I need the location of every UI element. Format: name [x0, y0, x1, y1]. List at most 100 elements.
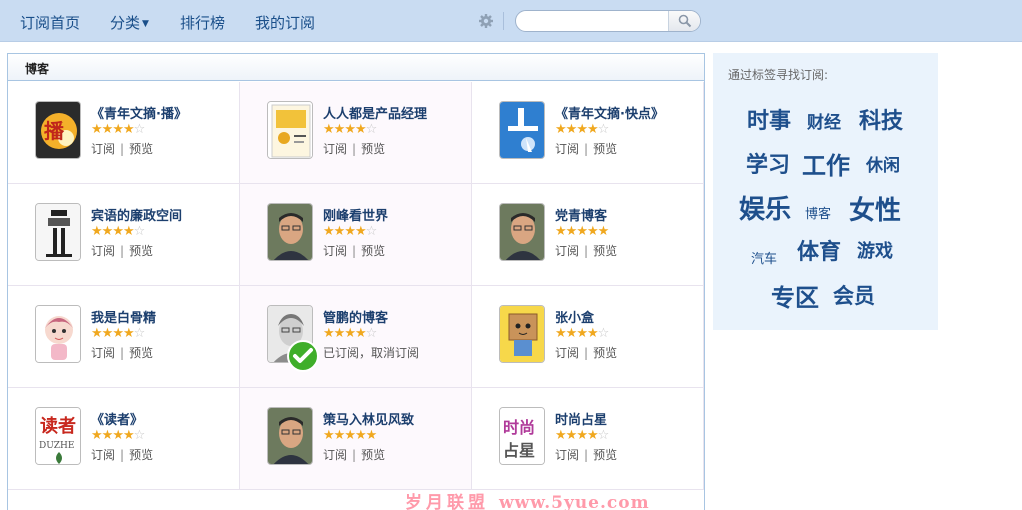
star-icon: ★ — [344, 428, 356, 443]
star-icon: ★ — [344, 326, 356, 341]
man-photo-icon[interactable] — [267, 407, 313, 465]
blog-card: 宾语的廉政空间 ★★★★☆ 订阅 | 预览 — [8, 184, 240, 286]
subscribe-link[interactable]: 订阅 — [323, 448, 347, 462]
man-photo-icon[interactable] — [499, 203, 545, 261]
blog-name-link[interactable]: 张小盒 — [555, 307, 594, 326]
man-photo-icon[interactable] — [267, 203, 313, 261]
blog-name-link[interactable]: 《读者》 — [91, 409, 143, 428]
blog-card: 时尚 占星 时尚占星 ★★★★☆ 订阅 | 预览 — [472, 388, 704, 490]
tag-study[interactable]: 学习 — [746, 147, 790, 179]
star-icon: ★ — [344, 122, 356, 137]
star-icon: ★ — [112, 428, 124, 443]
broadcast-logo-icon[interactable]: 播 — [35, 101, 81, 159]
tag-blog[interactable]: 博客 — [805, 203, 831, 222]
divider: | — [120, 346, 125, 360]
subscribe-link[interactable]: 订阅 — [555, 142, 579, 156]
blog-name-link[interactable]: 党青博客 — [555, 205, 607, 224]
nav-category[interactable]: 分类 ▼ — [110, 12, 149, 33]
tag-entertainment[interactable]: 娱乐 — [739, 189, 791, 226]
duzhe-logo-icon[interactable]: 读者 DUZHE — [35, 407, 81, 465]
gear-icon[interactable] — [478, 13, 494, 29]
rating-stars: ★★★★☆ — [555, 428, 609, 443]
astrology-logo-icon[interactable]: 时尚 占星 — [499, 407, 545, 465]
tag-sports[interactable]: 体育 — [797, 234, 841, 266]
preview-link[interactable]: 预览 — [593, 244, 617, 258]
blog-name-link[interactable]: 《青年文摘·播》 — [91, 103, 187, 122]
subscribe-link[interactable]: 订阅 — [91, 244, 115, 258]
star-icon: ★ — [91, 122, 103, 137]
unsubscribe-link[interactable]: 取消订阅 — [371, 346, 419, 360]
preview-link[interactable]: 预览 — [361, 142, 385, 156]
preview-link[interactable]: 预览 — [129, 346, 153, 360]
tag-zone[interactable]: 专区 — [771, 278, 819, 313]
top-nav-bar: 订阅首页 分类 ▼ 排行榜 我的订阅 — [0, 0, 1022, 42]
star-icon: ★ — [91, 428, 103, 443]
cartoon-girl-icon[interactable] — [35, 305, 81, 363]
star-icon: ★ — [333, 122, 346, 137]
search-button[interactable] — [668, 11, 700, 31]
blog-name-link[interactable]: 《青年文摘·快点》 — [555, 103, 664, 122]
subscribe-link[interactable]: 订阅 — [555, 448, 579, 462]
blog-card: 人人都是产品经理 ★★★★☆ 订阅 | 预览 — [240, 82, 472, 184]
preview-link[interactable]: 预览 — [593, 448, 617, 462]
subscribe-link[interactable]: 订阅 — [555, 244, 579, 258]
subscribe-link[interactable]: 订阅 — [323, 244, 347, 258]
nav-ranking[interactable]: 排行榜 — [180, 12, 225, 33]
blog-name-link[interactable]: 我是白骨精 — [91, 307, 156, 326]
tag-games[interactable]: 游戏 — [857, 237, 893, 263]
tag-auto[interactable]: 汽车 — [751, 248, 777, 267]
blog-name-link[interactable]: 宾语的廉政空间 — [91, 205, 182, 224]
preview-link[interactable]: 预览 — [593, 346, 617, 360]
search-input[interactable] — [524, 13, 664, 29]
svg-text:播: 播 — [44, 119, 65, 143]
subscribe-link[interactable]: 订阅 — [91, 142, 115, 156]
subscribe-link[interactable]: 订阅 — [323, 142, 347, 156]
tag-cloud: 通过标签寻找订阅: 时事 财经 科技 学习 工作 休闲 娱乐 博客 女性 汽车 … — [713, 53, 938, 330]
preview-link[interactable]: 预览 — [593, 142, 617, 156]
tag-member[interactable]: 会员 — [833, 280, 875, 310]
star-icon: ☆ — [597, 326, 610, 341]
preview-link[interactable]: 预览 — [361, 244, 385, 258]
svg-text:DUZHE: DUZHE — [39, 441, 74, 451]
box-character-icon[interactable] — [499, 305, 545, 363]
abstract-figure-icon[interactable] — [35, 203, 81, 261]
blog-actions: 已订阅，取消订阅 — [323, 344, 419, 361]
divider: | — [584, 244, 589, 258]
star-icon: ☆ — [365, 122, 378, 137]
tag-technology[interactable]: 科技 — [859, 103, 903, 135]
blog-card: 策马入林见风致 ★★★★★ 订阅 | 预览 — [240, 388, 472, 490]
star-icon: ★ — [565, 428, 578, 443]
nav-home[interactable]: 订阅首页 — [20, 12, 80, 33]
preview-link[interactable]: 预览 — [129, 448, 153, 462]
tag-current-affairs[interactable]: 时事 — [747, 103, 791, 135]
book-cover-icon[interactable] — [267, 101, 313, 159]
star-icon: ★ — [576, 224, 588, 239]
tag-women[interactable]: 女性 — [849, 190, 901, 227]
preview-link[interactable]: 预览 — [129, 142, 153, 156]
blog-name-link[interactable]: 管鹏的博客 — [323, 307, 388, 326]
subscribe-link[interactable]: 订阅 — [91, 346, 115, 360]
star-icon: ★ — [555, 122, 567, 137]
tag-finance[interactable]: 财经 — [807, 108, 841, 133]
tag-work[interactable]: 工作 — [802, 146, 850, 181]
star-icon: ★ — [565, 326, 578, 341]
subscribe-link[interactable]: 订阅 — [91, 448, 115, 462]
blog-actions: 订阅 | 预览 — [555, 344, 617, 361]
blog-name-link[interactable]: 刚峰看世界 — [323, 205, 388, 224]
nav-category-label: 分类 — [110, 14, 141, 32]
preview-link[interactable]: 预览 — [129, 244, 153, 258]
blog-name-link[interactable]: 时尚占星 — [555, 409, 607, 428]
star-icon: ★ — [555, 326, 567, 341]
blog-name-link[interactable]: 策马入林见风致 — [323, 409, 414, 428]
star-icon: ★ — [122, 122, 135, 137]
divider: | — [120, 244, 125, 258]
svg-text:时尚: 时尚 — [503, 418, 535, 437]
preview-link[interactable]: 预览 — [361, 448, 385, 462]
blog-actions: 订阅 | 预览 — [323, 242, 385, 259]
blog-actions: 订阅 | 预览 — [555, 446, 617, 463]
subscribe-link[interactable]: 订阅 — [555, 346, 579, 360]
nav-my-subscriptions[interactable]: 我的订阅 — [255, 12, 315, 33]
dot-character-logo-icon[interactable] — [499, 101, 545, 159]
blog-name-link[interactable]: 人人都是产品经理 — [323, 103, 427, 122]
tag-leisure[interactable]: 休闲 — [866, 151, 900, 176]
